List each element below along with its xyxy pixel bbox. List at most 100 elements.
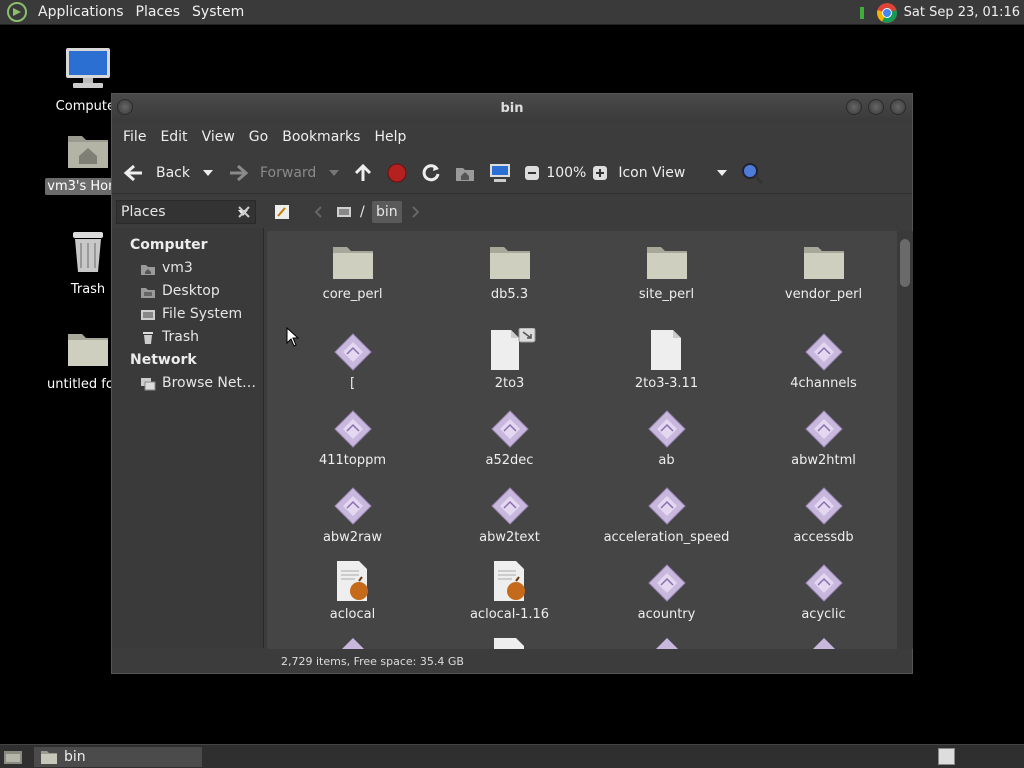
distro-logo-icon[interactable] (6, 1, 28, 23)
file-item-label: acyclic (801, 607, 846, 622)
edit-location-icon[interactable] (274, 204, 290, 220)
reload-icon[interactable] (420, 162, 442, 184)
menu-file[interactable]: File (116, 129, 153, 145)
file-item[interactable]: acceleration_speed (588, 482, 745, 545)
folder-icon (646, 247, 687, 279)
file-item[interactable]: db5.3 (431, 239, 588, 302)
file-item-partial[interactable] (588, 636, 745, 649)
search-icon[interactable] (740, 161, 764, 185)
menubar: File Edit View Go Bookmarks Help (112, 122, 912, 152)
window-menu-button[interactable] (117, 99, 133, 115)
close-button[interactable] (890, 99, 906, 115)
location-bar: Places / bin (112, 196, 914, 228)
network-icon (141, 377, 156, 390)
chevron-left-icon[interactable] (314, 206, 322, 218)
taskbar-window-button[interactable]: bin (34, 747, 202, 767)
file-item[interactable]: a52dec (431, 405, 588, 468)
file-item[interactable]: 411toppm (274, 405, 431, 468)
file-item[interactable]: abw2raw (274, 482, 431, 545)
file-item-partial[interactable] (745, 636, 902, 649)
chevron-down-icon[interactable] (328, 169, 340, 177)
file-item[interactable]: abw2text (431, 482, 588, 545)
zoom-out-icon[interactable] (524, 165, 540, 181)
file-item[interactable]: core_perl (274, 239, 431, 302)
drive-icon (141, 309, 155, 320)
places-menu[interactable]: Places (130, 4, 187, 20)
file-item-partial[interactable] (431, 636, 588, 649)
sidebar-item-browse-network[interactable]: Browse Net… (112, 372, 263, 395)
file-item-label: abw2raw (322, 530, 383, 545)
file-item[interactable]: aclocal (274, 559, 431, 622)
file-item[interactable]: accessdb (745, 482, 902, 545)
forward-arrow-icon (230, 164, 249, 181)
file-item-label: core_perl (322, 287, 383, 302)
zoom-in-icon[interactable] (592, 165, 608, 181)
places-combo[interactable]: Places (116, 200, 256, 224)
places-sidebar: Computer vm3 Desktop File System Trash N… (112, 228, 264, 648)
network-icon[interactable] (858, 5, 874, 21)
workspace-switcher[interactable] (938, 748, 955, 765)
view-mode-select[interactable]: Icon View (618, 165, 728, 181)
path-current[interactable]: bin (372, 201, 402, 223)
sidebar-item-file-system[interactable]: File System (112, 303, 263, 326)
scrollbar-thumb[interactable] (900, 239, 910, 287)
computer-icon[interactable] (488, 162, 512, 184)
file-item[interactable]: vendor_perl (745, 239, 902, 302)
file-item-label: aclocal-1.16 (469, 607, 550, 622)
desktop-folder-icon (141, 287, 155, 298)
stop-icon[interactable] (386, 162, 408, 184)
mouse-cursor-icon (286, 327, 300, 347)
file-view[interactable]: core_perl db5.3 site_perl vendor_perl [2to3 2… (267, 231, 913, 649)
forward-button[interactable]: Forward (226, 163, 340, 183)
system-menu[interactable]: System (186, 4, 250, 20)
file-item-label: aclocal (329, 607, 376, 622)
applications-menu[interactable]: Applications (32, 4, 130, 20)
trash-icon (143, 331, 153, 344)
file-item-partial[interactable] (274, 636, 431, 649)
file-item[interactable]: aclocal-1.16 (431, 559, 588, 622)
vertical-scrollbar[interactable] (897, 231, 913, 649)
window-titlebar[interactable]: bin (112, 94, 912, 122)
menu-go[interactable]: Go (242, 129, 275, 145)
maximize-button[interactable] (868, 99, 884, 115)
back-button[interactable]: Back (122, 163, 214, 183)
file-item[interactable]: site_perl (588, 239, 745, 302)
back-arrow-icon (123, 164, 142, 181)
file-item-label: [ (349, 376, 356, 391)
minimize-button[interactable] (846, 99, 862, 115)
file-item-label: vendor_perl (784, 287, 863, 302)
drive-icon[interactable] (336, 205, 352, 219)
sidebar-item-trash[interactable]: Trash (112, 326, 263, 349)
menu-help[interactable]: Help (367, 129, 413, 145)
menu-bookmarks[interactable]: Bookmarks (275, 129, 367, 145)
file-item[interactable]: 2to3-3.11 (588, 328, 745, 391)
executable-icon (490, 487, 529, 525)
menu-view[interactable]: View (195, 129, 242, 145)
file-item-label: abw2text (479, 530, 540, 545)
path-root-separator[interactable]: / (360, 201, 365, 223)
chrome-icon[interactable] (876, 2, 898, 24)
clock[interactable]: Sat Sep 23, 01:16 (904, 5, 1020, 20)
file-item[interactable]: abw2html (745, 405, 902, 468)
sidebar-item-vm3[interactable]: vm3 (112, 257, 263, 280)
trash-icon (73, 232, 103, 272)
file-item[interactable]: acountry (588, 559, 745, 622)
show-desktop-icon[interactable] (3, 748, 23, 766)
executable-icon (804, 333, 843, 371)
chevron-down-icon[interactable] (202, 169, 214, 177)
menu-edit[interactable]: Edit (153, 129, 194, 145)
file-item[interactable]: acyclic (745, 559, 902, 622)
file-item-label: abw2html (791, 453, 856, 468)
file-item[interactable]: 2to3 (431, 328, 588, 391)
folder-icon (68, 334, 108, 366)
file-item[interactable]: ab (588, 405, 745, 468)
file-item[interactable]: 4channels (745, 328, 902, 391)
home-icon[interactable] (454, 163, 476, 183)
executable-icon (655, 638, 678, 649)
sidebar-item-desktop[interactable]: Desktop (112, 280, 263, 303)
file-manager-window: bin File Edit View Go Bookmarks Help Bac… (111, 93, 913, 674)
up-arrow-icon[interactable] (352, 162, 374, 184)
chevron-right-icon[interactable] (412, 206, 420, 218)
close-sidebar-icon[interactable] (237, 205, 251, 219)
folder-icon (803, 247, 844, 279)
